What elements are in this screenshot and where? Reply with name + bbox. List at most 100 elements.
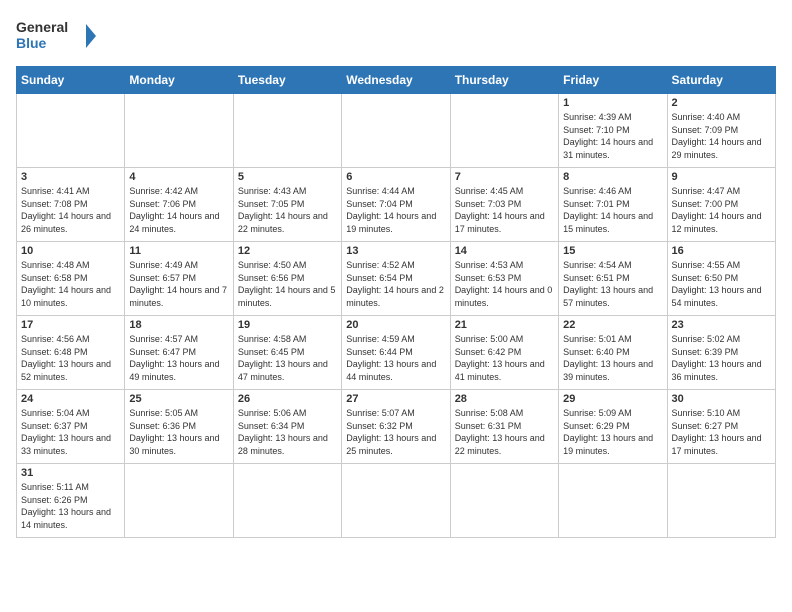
svg-text:General: General (16, 19, 68, 35)
day-number: 16 (672, 245, 771, 257)
day-info: Sunrise: 4:58 AM Sunset: 6:45 PM Dayligh… (238, 333, 337, 383)
day-number: 19 (238, 319, 337, 331)
day-number: 24 (21, 393, 120, 405)
calendar-cell: 18 Sunrise: 4:57 AM Sunset: 6:47 PM Dayli… (125, 316, 233, 390)
day-number: 11 (129, 245, 228, 257)
day-number: 15 (563, 245, 662, 257)
day-info: Sunrise: 5:06 AM Sunset: 6:34 PM Dayligh… (238, 407, 337, 457)
day-number: 17 (21, 319, 120, 331)
day-info: Sunrise: 5:11 AM Sunset: 6:26 PM Dayligh… (21, 481, 120, 531)
day-number: 31 (21, 467, 120, 479)
day-info: Sunrise: 4:41 AM Sunset: 7:08 PM Dayligh… (21, 185, 120, 235)
day-number: 5 (238, 171, 337, 183)
day-number: 18 (129, 319, 228, 331)
col-header-friday: Friday (559, 67, 667, 94)
calendar-cell (342, 94, 450, 168)
day-number: 12 (238, 245, 337, 257)
calendar-cell: 22Sunrise: 5:01 AM Sunset: 6:40 PM Dayli… (559, 316, 667, 390)
calendar-cell (559, 464, 667, 538)
day-number: 30 (672, 393, 771, 405)
svg-text:Blue: Blue (16, 35, 47, 51)
calendar-cell (17, 94, 125, 168)
calendar-cell: 6 Sunrise: 4:44 AM Sunset: 7:04 PM Daylig… (342, 168, 450, 242)
day-number: 14 (455, 245, 554, 257)
calendar-cell: 8Sunrise: 4:46 AM Sunset: 7:01 PM Daylig… (559, 168, 667, 242)
day-info: Sunrise: 4:44 AM Sunset: 7:04 PM Dayligh… (346, 185, 445, 235)
calendar-cell (125, 464, 233, 538)
day-info: Sunrise: 5:01 AM Sunset: 6:40 PM Dayligh… (563, 333, 662, 383)
calendar-table: SundayMondayTuesdayWednesdayThursdayFrid… (16, 66, 776, 538)
calendar-cell (233, 94, 341, 168)
day-info: Sunrise: 5:10 AM Sunset: 6:27 PM Dayligh… (672, 407, 771, 457)
calendar-cell: 24 Sunrise: 5:04 AM Sunset: 6:37 PM Dayli… (17, 390, 125, 464)
day-number: 26 (238, 393, 337, 405)
col-header-tuesday: Tuesday (233, 67, 341, 94)
day-number: 25 (129, 393, 228, 405)
day-info: Sunrise: 4:54 AM Sunset: 6:51 PM Dayligh… (563, 259, 662, 309)
day-info: Sunrise: 4:50 AM Sunset: 6:56 PM Dayligh… (238, 259, 337, 309)
calendar-cell: 7 Sunrise: 4:45 AM Sunset: 7:03 PM Daylig… (450, 168, 558, 242)
day-number: 3 (21, 171, 120, 183)
day-info: Sunrise: 4:52 AM Sunset: 6:54 PM Dayligh… (346, 259, 445, 309)
day-info: Sunrise: 4:49 AM Sunset: 6:57 PM Dayligh… (129, 259, 228, 309)
day-info: Sunrise: 4:45 AM Sunset: 7:03 PM Dayligh… (455, 185, 554, 235)
calendar-cell: 14 Sunrise: 4:53 AM Sunset: 6:53 PM Dayli… (450, 242, 558, 316)
day-info: Sunrise: 5:05 AM Sunset: 6:36 PM Dayligh… (129, 407, 228, 457)
day-info: Sunrise: 4:53 AM Sunset: 6:53 PM Dayligh… (455, 259, 554, 309)
calendar-cell (450, 464, 558, 538)
calendar-cell (125, 94, 233, 168)
day-number: 13 (346, 245, 445, 257)
day-info: Sunrise: 4:40 AM Sunset: 7:09 PM Dayligh… (672, 111, 771, 161)
day-number: 4 (129, 171, 228, 183)
col-header-wednesday: Wednesday (342, 67, 450, 94)
day-number: 10 (21, 245, 120, 257)
day-number: 23 (672, 319, 771, 331)
calendar-cell: 21Sunrise: 5:00 AM Sunset: 6:42 PM Dayli… (450, 316, 558, 390)
calendar-cell: 3 Sunrise: 4:41 AM Sunset: 7:08 PM Daylig… (17, 168, 125, 242)
calendar-cell (233, 464, 341, 538)
col-header-sunday: Sunday (17, 67, 125, 94)
day-number: 20 (346, 319, 445, 331)
day-number: 27 (346, 393, 445, 405)
calendar-cell: 4 Sunrise: 4:42 AM Sunset: 7:06 PM Daylig… (125, 168, 233, 242)
calendar-cell: 20 Sunrise: 4:59 AM Sunset: 6:44 PM Dayli… (342, 316, 450, 390)
calendar-cell: 16 Sunrise: 4:55 AM Sunset: 6:50 PM Dayli… (667, 242, 775, 316)
logo: General Blue (16, 16, 96, 58)
header: General Blue (16, 16, 776, 58)
day-info: Sunrise: 4:42 AM Sunset: 7:06 PM Dayligh… (129, 185, 228, 235)
day-number: 6 (346, 171, 445, 183)
calendar-cell: 27 Sunrise: 5:07 AM Sunset: 6:32 PM Dayli… (342, 390, 450, 464)
day-info: Sunrise: 4:56 AM Sunset: 6:48 PM Dayligh… (21, 333, 120, 383)
calendar-cell: 13 Sunrise: 4:52 AM Sunset: 6:54 PM Dayli… (342, 242, 450, 316)
day-info: Sunrise: 4:57 AM Sunset: 6:47 PM Dayligh… (129, 333, 228, 383)
calendar-cell: 23Sunrise: 5:02 AM Sunset: 6:39 PM Dayli… (667, 316, 775, 390)
calendar-cell: 19 Sunrise: 4:58 AM Sunset: 6:45 PM Dayli… (233, 316, 341, 390)
day-info: Sunrise: 4:55 AM Sunset: 6:50 PM Dayligh… (672, 259, 771, 309)
col-header-thursday: Thursday (450, 67, 558, 94)
calendar-cell: 12 Sunrise: 4:50 AM Sunset: 6:56 PM Dayli… (233, 242, 341, 316)
logo-svg: General Blue (16, 16, 96, 58)
day-info: Sunrise: 4:59 AM Sunset: 6:44 PM Dayligh… (346, 333, 445, 383)
calendar-cell: 30 Sunrise: 5:10 AM Sunset: 6:27 PM Dayli… (667, 390, 775, 464)
day-info: Sunrise: 4:39 AM Sunset: 7:10 PM Dayligh… (563, 111, 662, 161)
day-number: 9 (672, 171, 771, 183)
day-info: Sunrise: 4:47 AM Sunset: 7:00 PM Dayligh… (672, 185, 771, 235)
day-number: 1 (563, 97, 662, 109)
day-number: 28 (455, 393, 554, 405)
day-info: Sunrise: 4:46 AM Sunset: 7:01 PM Dayligh… (563, 185, 662, 235)
calendar-cell (342, 464, 450, 538)
calendar-cell: 25 Sunrise: 5:05 AM Sunset: 6:36 PM Dayli… (125, 390, 233, 464)
calendar-cell (450, 94, 558, 168)
day-info: Sunrise: 5:04 AM Sunset: 6:37 PM Dayligh… (21, 407, 120, 457)
day-info: Sunrise: 4:48 AM Sunset: 6:58 PM Dayligh… (21, 259, 120, 309)
day-info: Sunrise: 4:43 AM Sunset: 7:05 PM Dayligh… (238, 185, 337, 235)
day-number: 21 (455, 319, 554, 331)
calendar-cell: 2Sunrise: 4:40 AM Sunset: 7:09 PM Daylig… (667, 94, 775, 168)
day-number: 7 (455, 171, 554, 183)
day-info: Sunrise: 5:08 AM Sunset: 6:31 PM Dayligh… (455, 407, 554, 457)
calendar-cell: 28 Sunrise: 5:08 AM Sunset: 6:31 PM Dayli… (450, 390, 558, 464)
day-info: Sunrise: 5:07 AM Sunset: 6:32 PM Dayligh… (346, 407, 445, 457)
calendar-cell: 15 Sunrise: 4:54 AM Sunset: 6:51 PM Dayli… (559, 242, 667, 316)
calendar-cell (667, 464, 775, 538)
calendar-cell: 17 Sunrise: 4:56 AM Sunset: 6:48 PM Dayli… (17, 316, 125, 390)
